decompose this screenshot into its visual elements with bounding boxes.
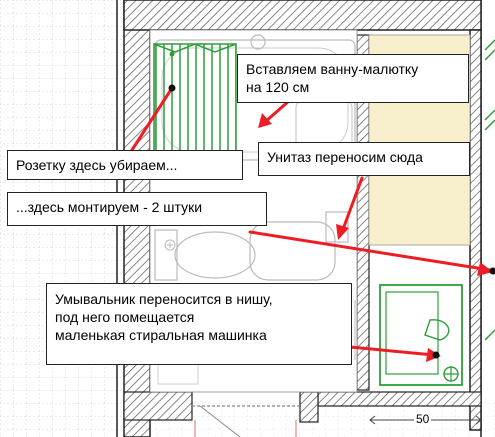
callout-toilet-move-text: Унитаз переносим сюда xyxy=(267,149,423,165)
callout-socket-remove: Розетку здесь убираем... xyxy=(7,150,243,180)
socket-dot-old xyxy=(168,84,176,92)
washing-machine xyxy=(379,284,463,386)
callout-sink-line3: маленькая стиральная машинка xyxy=(55,327,267,343)
callout-sink-move: Умывальник переносится в нишу, под него … xyxy=(46,283,352,365)
top-wall xyxy=(123,0,482,31)
dimension-label: 50 xyxy=(414,412,432,426)
callout-socket-install-text: ...здесь монтируем - 2 штуки xyxy=(16,199,203,215)
callout-tub-line2: на 120 см xyxy=(246,79,310,95)
callout-toilet-move: Унитаз переносим сюда xyxy=(258,142,470,176)
callout-sink-line2: под него помещается xyxy=(55,309,195,325)
callout-socket-remove-text: Розетку здесь убираем... xyxy=(16,157,178,173)
callout-tub-line1: Вставляем ванну-малютку xyxy=(246,61,419,77)
bottom-wall-left xyxy=(123,391,193,421)
callout-tub: Вставляем ванну-малютку на 120 см xyxy=(237,54,469,103)
bottom-wall-right xyxy=(317,391,482,407)
callout-sink-line1: Умывальник переносится в нишу, xyxy=(55,291,273,307)
door-jamb xyxy=(299,391,319,423)
right-wall xyxy=(469,29,482,431)
socket-dot-sink xyxy=(432,351,440,359)
callout-socket-install: ...здесь монтируем - 2 штуки xyxy=(7,192,267,226)
